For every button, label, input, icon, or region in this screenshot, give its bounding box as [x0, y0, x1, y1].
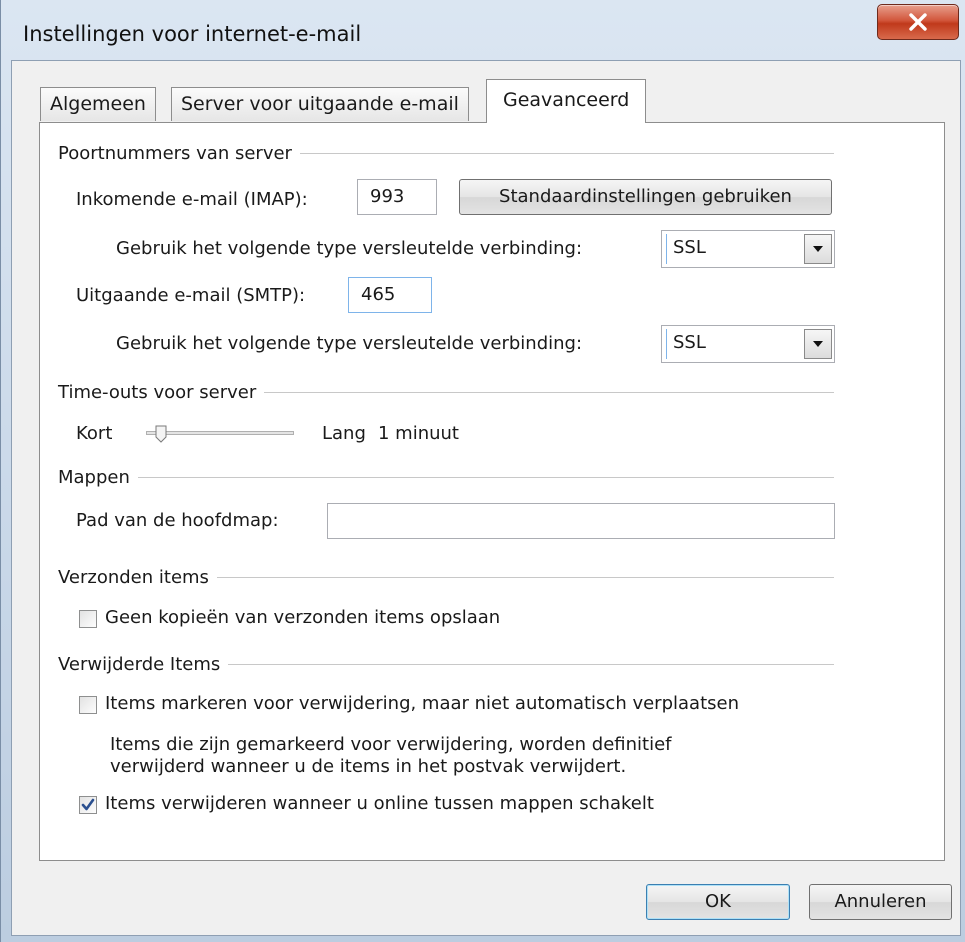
window-title: Instellingen voor internet-e-mail [23, 22, 362, 46]
purge-on-switch-label[interactable]: Items verwijderen wanneer u online tusse… [105, 793, 654, 814]
deletion-info-line-1: Items die zijn gemarkeerd voor verwijder… [110, 734, 672, 755]
timeout-slider[interactable] [146, 431, 294, 435]
dialog-body: Algemeen Server voor uitgaande e-mail Ge… [11, 60, 961, 936]
group-divider [264, 391, 834, 393]
outgoing-port-label: Uitgaande e-mail (SMTP): [76, 285, 306, 306]
chevron-down-icon[interactable] [804, 329, 832, 359]
close-icon [909, 13, 927, 31]
group-verwijderde-items: Verwijderde Items [58, 652, 834, 676]
cancel-button[interactable]: Annuleren [809, 884, 952, 920]
group-divider [137, 476, 834, 478]
no-copies-checkbox[interactable] [79, 610, 97, 628]
outgoing-encryption-value: SSL [666, 329, 706, 359]
outgoing-encryption-select[interactable]: SSL [661, 325, 835, 363]
group-verzonden-items: Verzonden items [58, 565, 834, 589]
purge-on-switch-checkbox[interactable] [79, 796, 97, 814]
timeout-short-label: Kort [76, 423, 113, 444]
close-button[interactable] [877, 4, 959, 40]
root-path-input[interactable] [327, 503, 835, 539]
tab-uitgaande-server[interactable]: Server voor uitgaande e-mail [171, 87, 469, 121]
group-label: Mappen [58, 466, 130, 488]
incoming-encryption-value: SSL [666, 234, 706, 264]
mark-for-deletion-checkbox[interactable] [79, 696, 97, 714]
mark-for-deletion-label[interactable]: Items markeren voor verwijdering, maar n… [105, 693, 739, 714]
group-divider [228, 663, 834, 665]
incoming-port-input[interactable]: 993 [357, 179, 437, 215]
deletion-info-line-2: verwijderd wanneer u de items in het pos… [110, 756, 627, 777]
group-divider [299, 152, 834, 154]
no-copies-label[interactable]: Geen kopieën van verzonden items opslaan [105, 607, 500, 628]
incoming-encryption-select[interactable]: SSL [661, 230, 835, 268]
tab-panel-geavanceerd: Poortnummers van server Inkomende e-mail… [39, 122, 945, 861]
title-bar[interactable]: Instellingen voor internet-e-mail [1, 0, 965, 60]
group-divider [216, 576, 834, 578]
group-label: Verzonden items [58, 566, 209, 588]
outgoing-port-input[interactable]: 465 [348, 277, 432, 313]
ok-button[interactable]: OK [646, 884, 790, 920]
root-path-label: Pad van de hoofdmap: [76, 510, 279, 531]
group-label: Verwijderde Items [58, 653, 221, 675]
incoming-port-label: Inkomende e-mail (IMAP): [76, 189, 308, 210]
tab-algemeen[interactable]: Algemeen [40, 87, 156, 121]
chevron-down-icon[interactable] [804, 234, 832, 264]
group-mappen: Mappen [58, 465, 834, 489]
timeout-value: 1 minuut [378, 423, 459, 444]
group-label: Poortnummers van server [58, 142, 292, 164]
use-defaults-button[interactable]: Standaardinstellingen gebruiken [459, 179, 832, 215]
dialog-window: Instellingen voor internet-e-mail Algeme… [0, 0, 965, 942]
group-poortnummers: Poortnummers van server [58, 141, 834, 165]
group-timeouts: Time-outs voor server [58, 380, 834, 404]
timeout-long-label: Lang [322, 423, 366, 444]
group-label: Time-outs voor server [58, 381, 257, 403]
checkmark-icon [81, 798, 95, 811]
outgoing-encryption-label: Gebruik het volgende type versleutelde v… [116, 333, 583, 354]
tab-geavanceerd[interactable]: Geavanceerd [486, 79, 647, 123]
timeout-slider-thumb[interactable] [155, 425, 167, 443]
incoming-encryption-label: Gebruik het volgende type versleutelde v… [116, 238, 583, 259]
